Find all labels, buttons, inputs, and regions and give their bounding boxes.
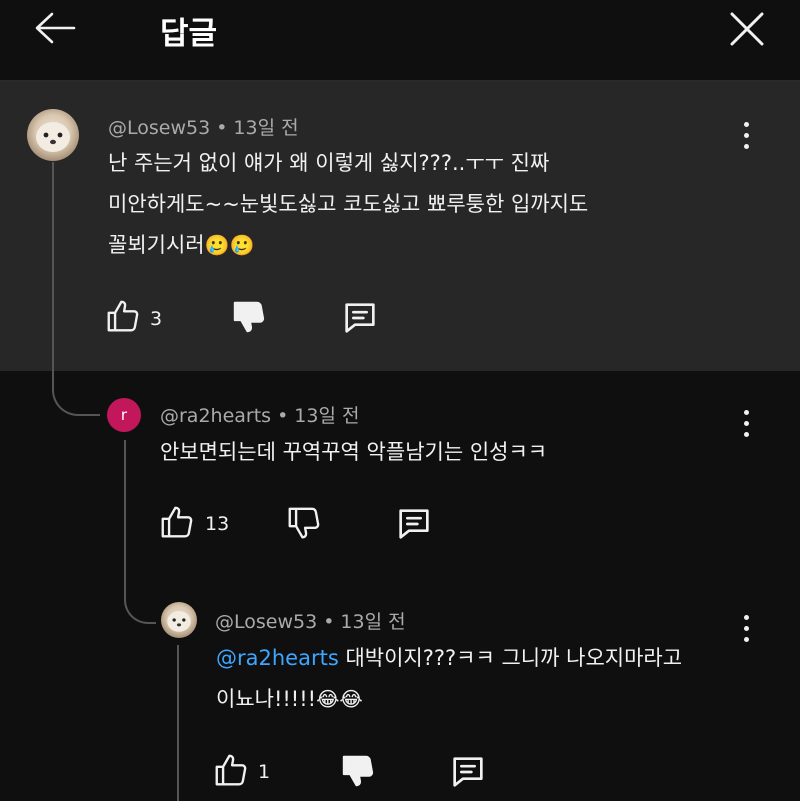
like-count: 13	[205, 513, 230, 535]
thread-line	[52, 162, 100, 416]
laughing-tears-emoji: 😂😂	[316, 687, 363, 711]
thumbs-up-icon	[107, 300, 139, 332]
comment-text: 안보면되는데 꾸역꾸역 악플남기는 인성ㅋㅋ	[160, 440, 548, 464]
like-count: 1	[258, 761, 271, 783]
username[interactable]: @Losew53	[215, 611, 317, 633]
top-bar: 답글	[0, 0, 800, 82]
timestamp: 13일 전	[233, 117, 299, 139]
timestamp: 13일 전	[294, 405, 360, 427]
avatar[interactable]: r	[107, 398, 141, 432]
avatar[interactable]	[161, 602, 197, 638]
close-button[interactable]	[726, 8, 768, 50]
mention-link[interactable]: @ra2hearts	[216, 646, 339, 670]
comment-icon	[345, 303, 375, 333]
thread-line	[124, 440, 156, 624]
reply-button[interactable]	[448, 752, 488, 796]
reply-button[interactable]	[340, 298, 380, 342]
comment-meta: @ra2hearts • 13일 전	[160, 405, 360, 427]
arrow-left-icon	[35, 12, 76, 44]
thumbs-down-icon	[288, 507, 320, 539]
like-button[interactable]	[158, 503, 196, 545]
more-options-button[interactable]	[736, 613, 756, 647]
dislike-button[interactable]	[339, 752, 377, 794]
avatar[interactable]	[27, 109, 79, 161]
close-icon	[730, 12, 764, 46]
comment-icon	[399, 509, 429, 539]
dislike-button[interactable]	[285, 504, 323, 546]
like-count: 3	[150, 308, 163, 330]
comment-meta: @Losew53 • 13일 전	[108, 117, 299, 139]
thumbs-down-icon	[233, 301, 265, 333]
comment-text: 난 주는거 없이 얘가 왜 이렇게 싫지???..ㅜㅜ 진짜 미안하게도~~눈빛…	[108, 151, 589, 257]
timestamp: 13일 전	[340, 611, 406, 633]
page-title: 답글	[160, 16, 218, 52]
username[interactable]: @Losew53	[108, 117, 210, 139]
dislike-button[interactable]	[230, 298, 268, 340]
like-button[interactable]	[212, 751, 250, 793]
more-options-button[interactable]	[736, 120, 756, 154]
comment-icon	[453, 757, 483, 787]
crying-smile-emoji: 🥲🥲	[204, 233, 255, 257]
back-button[interactable]	[30, 10, 80, 50]
thread-line	[177, 645, 179, 801]
like-button[interactable]	[104, 297, 142, 339]
comment-meta: @Losew53 • 13일 전	[215, 611, 406, 633]
more-options-button[interactable]	[736, 408, 756, 442]
thumbs-up-icon	[161, 506, 193, 538]
thumbs-up-icon	[215, 754, 247, 786]
username[interactable]: @ra2hearts	[160, 405, 271, 427]
reply-button[interactable]	[394, 504, 434, 548]
comment-text: @ra2hearts 대박이지???ㅋㅋ 그니까 나오지마라고 이뇨나!!!!!…	[216, 646, 683, 711]
thumbs-down-icon	[342, 755, 374, 787]
